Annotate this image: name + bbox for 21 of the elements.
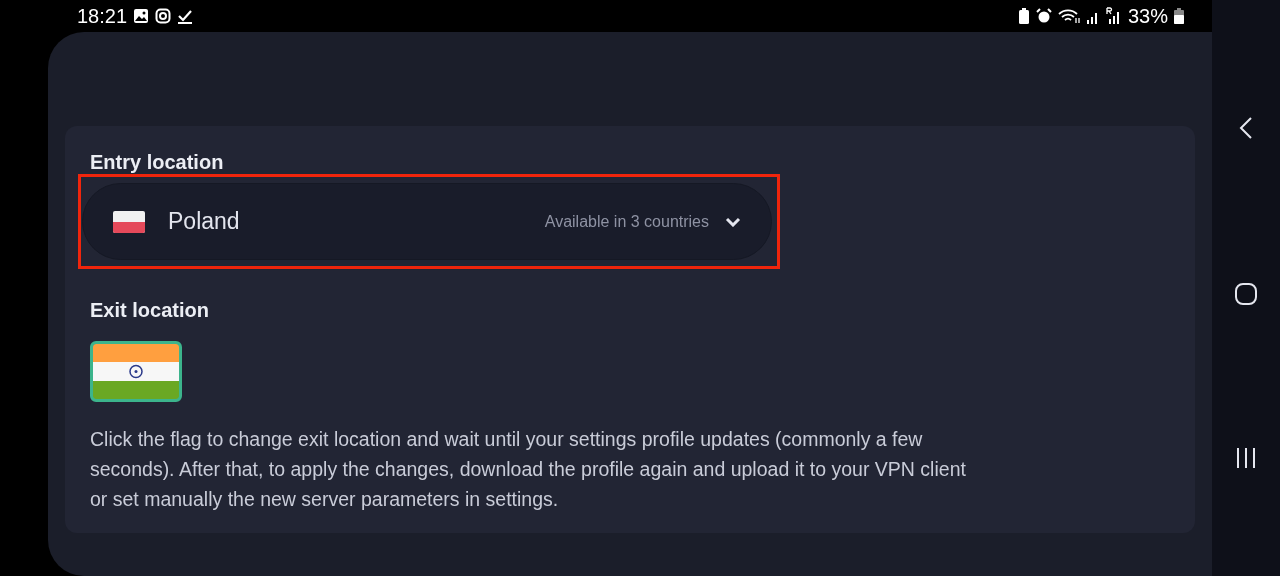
- exit-location-label: Exit location: [90, 298, 210, 323]
- wifi-icon: [1057, 8, 1080, 24]
- back-icon[interactable]: [1239, 116, 1253, 140]
- home-icon[interactable]: [1234, 282, 1258, 306]
- entry-location-dropdown[interactable]: Poland Available in 3 countries: [82, 183, 772, 260]
- entry-location-label: Entry location: [90, 150, 225, 175]
- availability-note: Available in 3 countries: [544, 211, 709, 232]
- roaming-signal-icon: [1105, 7, 1122, 25]
- checkmark-icon: [177, 8, 194, 24]
- status-time: 18:21: [77, 6, 128, 26]
- india-flag-button[interactable]: [90, 341, 182, 402]
- poland-flag-icon: [113, 210, 145, 233]
- alarm-icon: [1035, 8, 1052, 24]
- battery-icon: [1174, 8, 1184, 24]
- battery-percentage: 33%: [1127, 6, 1168, 26]
- chevron-down-icon: [725, 216, 741, 227]
- camera-icon: [155, 8, 172, 24]
- recent-apps-icon[interactable]: [1235, 447, 1257, 469]
- battery-saver-icon: [1017, 8, 1030, 24]
- gallery-icon: [133, 8, 150, 24]
- exit-location-description: Click the flag to change exit location and wait until your settings profile updates (commonly a few seconds). After that, to apply the changes, download the profile again and upload it to your VPN client or set manually the new server parameters in settings.: [90, 427, 967, 512]
